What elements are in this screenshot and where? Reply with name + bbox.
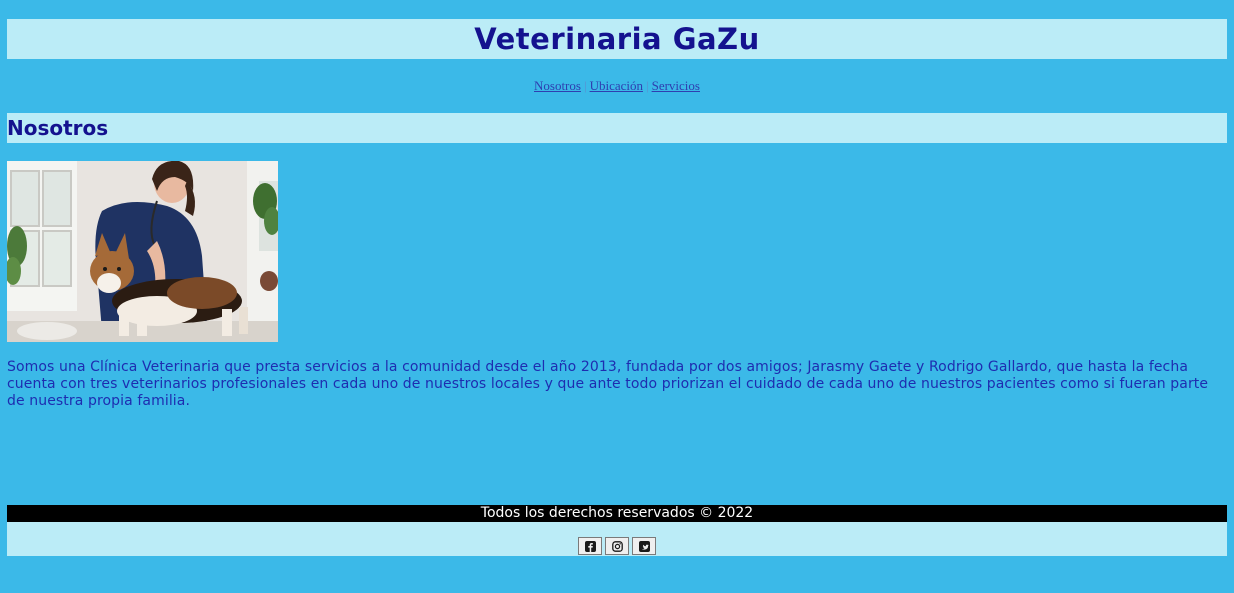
vet-with-dog-photo (7, 161, 278, 342)
site-title: Veterinaria GaZu (474, 22, 760, 56)
nav-separator: | (645, 78, 649, 93)
instagram-button[interactable] (605, 537, 629, 555)
nav-link-ubicacion[interactable]: Ubicación (590, 78, 643, 93)
about-paragraph: Somos una Clínica Veterinaria que presta… (7, 359, 1209, 409)
twitter-button[interactable] (632, 537, 656, 555)
facebook-icon (584, 540, 596, 552)
social-links (7, 522, 1227, 556)
section-header: Nosotros (7, 113, 1227, 143)
section-title: Nosotros (7, 116, 109, 140)
nav-link-nosotros[interactable]: Nosotros (534, 78, 581, 93)
site-header: Veterinaria GaZu (7, 19, 1227, 59)
nav-separator: | (583, 78, 587, 93)
twitter-icon (638, 540, 650, 552)
facebook-button[interactable] (578, 537, 602, 555)
copyright-bar: Todos los derechos reservados © 2022 (7, 505, 1227, 522)
instagram-icon (611, 540, 623, 552)
nav-link-servicios[interactable]: Servicios (652, 78, 700, 93)
copyright-text: Todos los derechos reservados © 2022 (480, 505, 754, 521)
main-nav: Nosotros | Ubicación | Servicios (0, 78, 1234, 94)
